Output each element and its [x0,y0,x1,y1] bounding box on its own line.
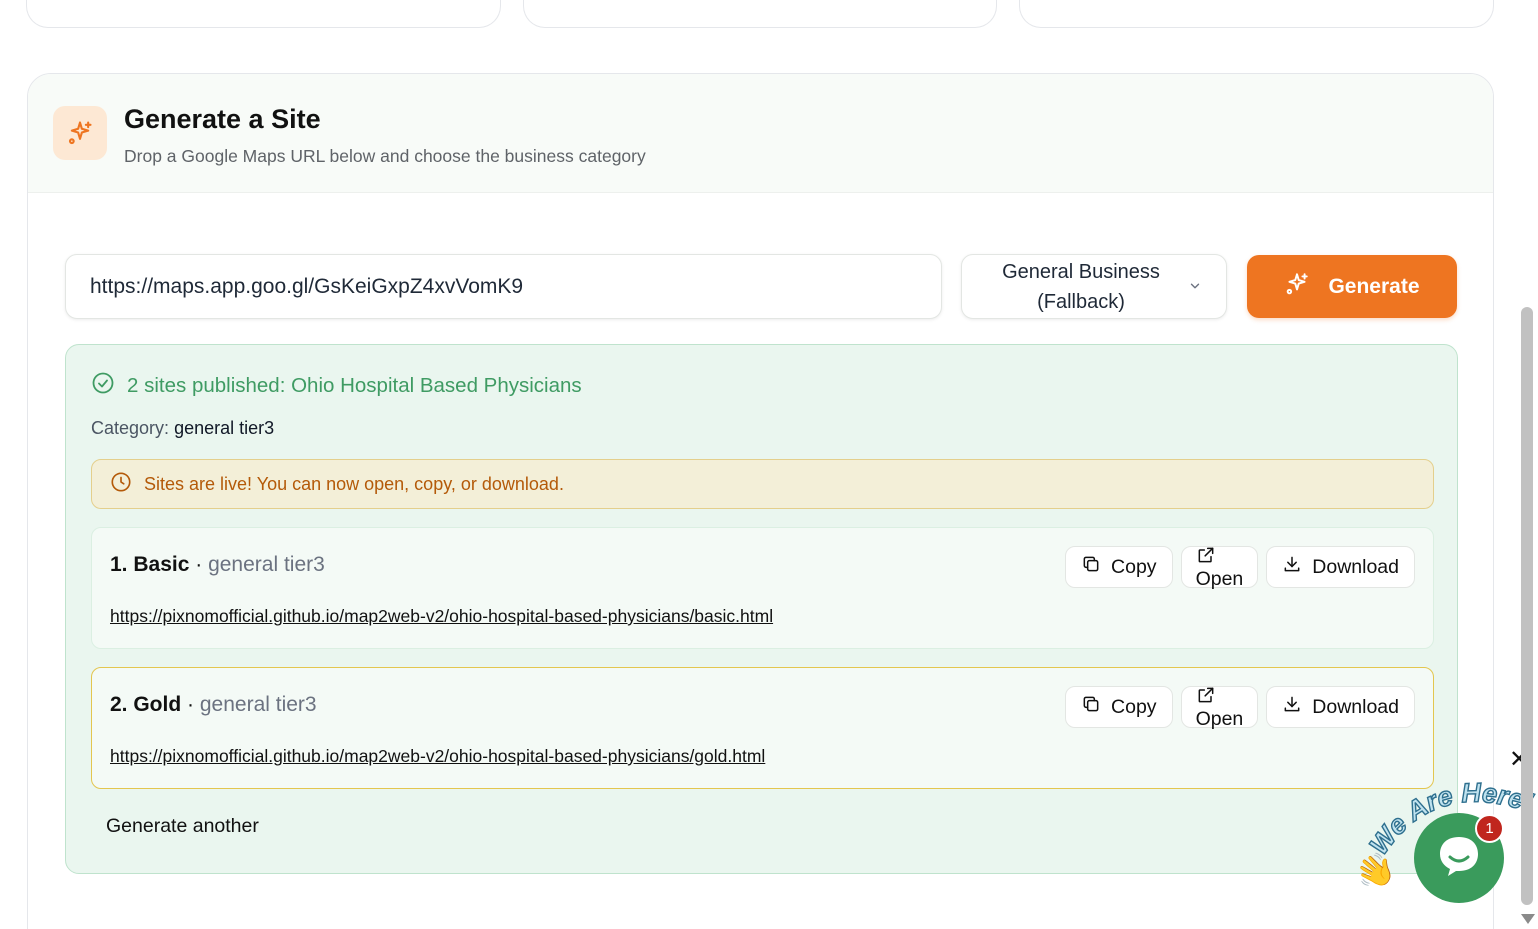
site-title: 2. Gold [110,693,182,716]
generate-site-card: Generate a Site Drop a Google Maps URL b… [27,73,1494,929]
site-tier: general tier3 [199,693,317,716]
site-name: 2. Gold · general tier3 [110,693,317,717]
result-title: 2 sites published: Ohio Hospital Based P… [91,371,582,401]
site-url-link[interactable]: https://pixnomofficial.github.io/map2web… [110,606,773,627]
sparkles-icon [1284,271,1310,303]
download-icon [1282,554,1302,580]
chat-notification-badge: 1 [1475,814,1504,843]
separator-dot: · [181,693,200,716]
generate-another-button[interactable]: Generate another [106,815,259,838]
site-name: 1. Basic · general tier3 [110,553,325,577]
open-label: Open [1195,568,1244,590]
stat-card [522,0,998,28]
copy-icon [1081,554,1101,580]
sparkles-icon [53,106,107,160]
category-line: Category: general tier3 [91,418,274,439]
stat-card [1019,0,1495,28]
stat-card [26,0,501,28]
external-link-icon [1196,545,1216,569]
separator-dot: · [189,553,209,576]
clock-icon [110,471,132,498]
category-line1: General Business [1002,260,1160,283]
chat-bubble-icon [1434,831,1484,886]
result-title-text: 2 sites published: Ohio Hospital Based P… [127,374,582,397]
site-tier: general tier3 [208,553,325,576]
maps-url-input[interactable] [65,254,942,319]
generate-button-label: Generate [1328,274,1420,298]
chevron-down-icon [1188,279,1202,298]
category-label: Category: [91,418,170,438]
copy-button[interactable]: Copy [1065,546,1173,588]
open-button[interactable]: Open [1180,685,1259,730]
live-status-text: Sites are live! You can now open, copy, … [144,473,564,494]
scroll-down-arrow-icon[interactable] [1521,914,1535,924]
site-actions: Copy Open Download [1065,545,1415,590]
download-label: Download [1312,695,1399,718]
copy-label: Copy [1111,695,1157,718]
result-panel: 2 sites published: Ohio Hospital Based P… [65,344,1458,874]
page-subtitle: Drop a Google Maps URL below and choose … [124,146,646,166]
scrollbar-thumb[interactable] [1521,307,1533,905]
page-title: Generate a Site [124,104,321,134]
site-card-basic: 1. Basic · general tier3 https://pixnomo… [91,527,1434,649]
generate-button[interactable]: Generate [1247,255,1457,318]
check-circle-icon [91,371,115,401]
category-select-label: General Business (Fallback) [981,257,1181,317]
download-label: Download [1312,555,1399,578]
site-actions: Copy Open Download [1065,685,1415,730]
category-select[interactable]: General Business (Fallback) [961,254,1227,319]
card-header: Generate a Site Drop a Google Maps URL b… [28,74,1493,193]
category-line2: (Fallback) [1037,290,1125,313]
copy-label: Copy [1111,555,1157,578]
copy-icon [1081,694,1101,720]
site-title: 1. Basic [110,553,190,576]
top-stat-cards [26,0,1495,28]
copy-button[interactable]: Copy [1065,686,1173,728]
site-card-gold: 2. Gold · general tier3 https://pixnomof… [91,667,1434,789]
download-button[interactable]: Download [1266,546,1415,588]
site-url-link[interactable]: https://pixnomofficial.github.io/map2web… [110,746,765,767]
download-button[interactable]: Download [1266,686,1415,728]
open-label: Open [1195,708,1244,730]
download-icon [1282,694,1302,720]
category-value: general tier3 [174,418,275,438]
live-status-banner: Sites are live! You can now open, copy, … [91,459,1434,509]
open-button[interactable]: Open [1180,545,1259,590]
external-link-icon [1196,685,1216,709]
